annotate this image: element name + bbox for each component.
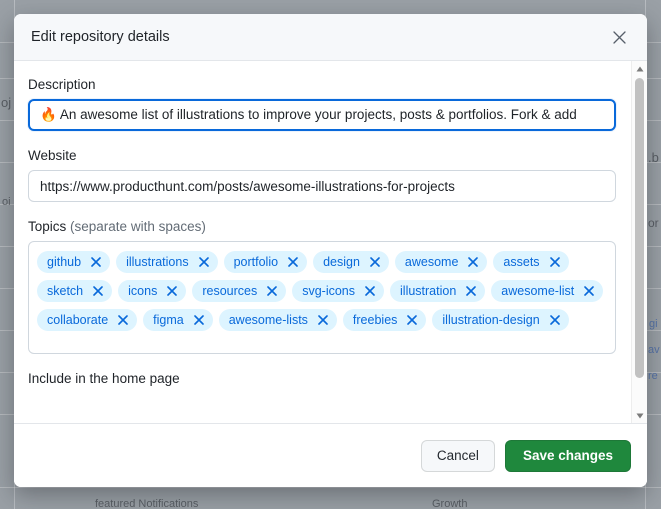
close-icon[interactable] (193, 314, 205, 326)
topic-pill[interactable]: github (37, 251, 111, 273)
backdrop-text-fragment: gi (649, 318, 658, 330)
dialog-title: Edit repository details (31, 29, 170, 45)
close-icon[interactable] (117, 314, 129, 326)
save-changes-button[interactable]: Save changes (504, 439, 631, 472)
dialog-body: Description Website Topics (separate wit… (14, 61, 647, 423)
topics-label-hint: (separate with spaces) (70, 219, 206, 234)
topic-label: sketch (47, 284, 84, 298)
topic-label: portfolio (233, 255, 279, 269)
topics-field-group: Topics (separate with spaces) github illu… (28, 219, 625, 354)
close-icon[interactable] (198, 256, 210, 268)
topic-label: awesome-lists (228, 313, 308, 327)
topic-label: illustrations (126, 255, 189, 269)
cancel-button[interactable]: Cancel (420, 439, 495, 472)
topic-label: illustration (400, 284, 457, 298)
close-icon[interactable] (549, 314, 561, 326)
topics-input-box[interactable]: github illustrations portfolio design awesom… (28, 241, 616, 354)
close-icon[interactable] (583, 285, 595, 297)
backdrop-text-fragment: featured Notifications (95, 498, 199, 509)
close-icon[interactable] (549, 256, 561, 268)
chevron-down-icon[interactable] (632, 408, 647, 423)
topic-label: awesome-list (501, 284, 575, 298)
chevron-up-icon[interactable] (632, 61, 647, 76)
topic-pill[interactable]: assets (493, 251, 569, 273)
backdrop-text-fragment: Growth (432, 498, 468, 509)
topic-pill[interactable]: awesome (394, 251, 488, 273)
topic-label: awesome (404, 255, 459, 269)
close-icon[interactable] (406, 314, 418, 326)
topic-label: freebies (352, 313, 398, 327)
topic-pill[interactable]: collaborate (37, 309, 138, 331)
topic-pill[interactable]: awesome-lists (218, 309, 337, 331)
topic-label: figma (153, 313, 184, 327)
backdrop-text-fragment: .b (648, 150, 659, 165)
close-icon[interactable] (90, 256, 102, 268)
close-icon[interactable] (364, 285, 376, 297)
close-icon[interactable] (465, 285, 477, 297)
topic-pill[interactable]: figma (143, 309, 213, 331)
description-input[interactable] (28, 99, 616, 131)
topic-label: github (47, 255, 82, 269)
backdrop-text-fragment: av (648, 344, 660, 356)
backdrop-text-fragment: re (648, 370, 658, 382)
edit-repository-details-dialog: Edit repository details Description Webs… (14, 14, 647, 487)
close-icon[interactable] (369, 256, 381, 268)
close-icon[interactable] (317, 314, 329, 326)
dialog-footer: Cancel Save changes (14, 423, 647, 487)
home-page-section-label: Include in the home page (28, 371, 180, 386)
dialog-header: Edit repository details (14, 14, 647, 61)
close-icon[interactable] (607, 25, 631, 49)
close-icon[interactable] (287, 256, 299, 268)
topic-label: illustration-design (442, 313, 540, 327)
description-label: Description (28, 77, 96, 92)
topic-pill[interactable]: illustration-design (432, 309, 569, 331)
topic-pill[interactable]: awesome-list (491, 280, 604, 302)
close-icon[interactable] (92, 285, 104, 297)
topic-label: design (323, 255, 360, 269)
close-icon[interactable] (166, 285, 178, 297)
scrollbar-thumb[interactable] (635, 78, 644, 378)
topics-label-text: Topics (28, 219, 67, 234)
topic-label: collaborate (47, 313, 109, 327)
website-field-group: Website (28, 148, 625, 202)
website-label: Website (28, 148, 77, 163)
topics-label: Topics (separate with spaces) (28, 219, 625, 234)
topic-pill[interactable]: sketch (37, 280, 113, 302)
topic-pill[interactable]: resources (192, 280, 287, 302)
topic-pill[interactable]: icons (118, 280, 187, 302)
topic-label: svg-icons (302, 284, 356, 298)
website-input[interactable] (28, 170, 616, 202)
topic-pill[interactable]: svg-icons (292, 280, 385, 302)
topic-pill[interactable]: portfolio (223, 251, 308, 273)
topic-pill[interactable]: freebies (342, 309, 427, 331)
topic-pill[interactable]: illustrations (116, 251, 218, 273)
backdrop-text-fragment: oi (2, 196, 11, 208)
close-icon[interactable] (266, 285, 278, 297)
topic-pill[interactable]: design (313, 251, 389, 273)
dialog-scrollbar[interactable] (631, 61, 647, 423)
topic-label: icons (128, 284, 158, 298)
description-field-group: Description (28, 77, 625, 131)
topic-pill[interactable]: illustration (390, 280, 486, 302)
close-icon[interactable] (467, 256, 479, 268)
topic-label: resources (202, 284, 258, 298)
topic-label: assets (503, 255, 540, 269)
backdrop-text-fragment: oj (1, 95, 12, 110)
backdrop-text-fragment: or (648, 216, 659, 230)
